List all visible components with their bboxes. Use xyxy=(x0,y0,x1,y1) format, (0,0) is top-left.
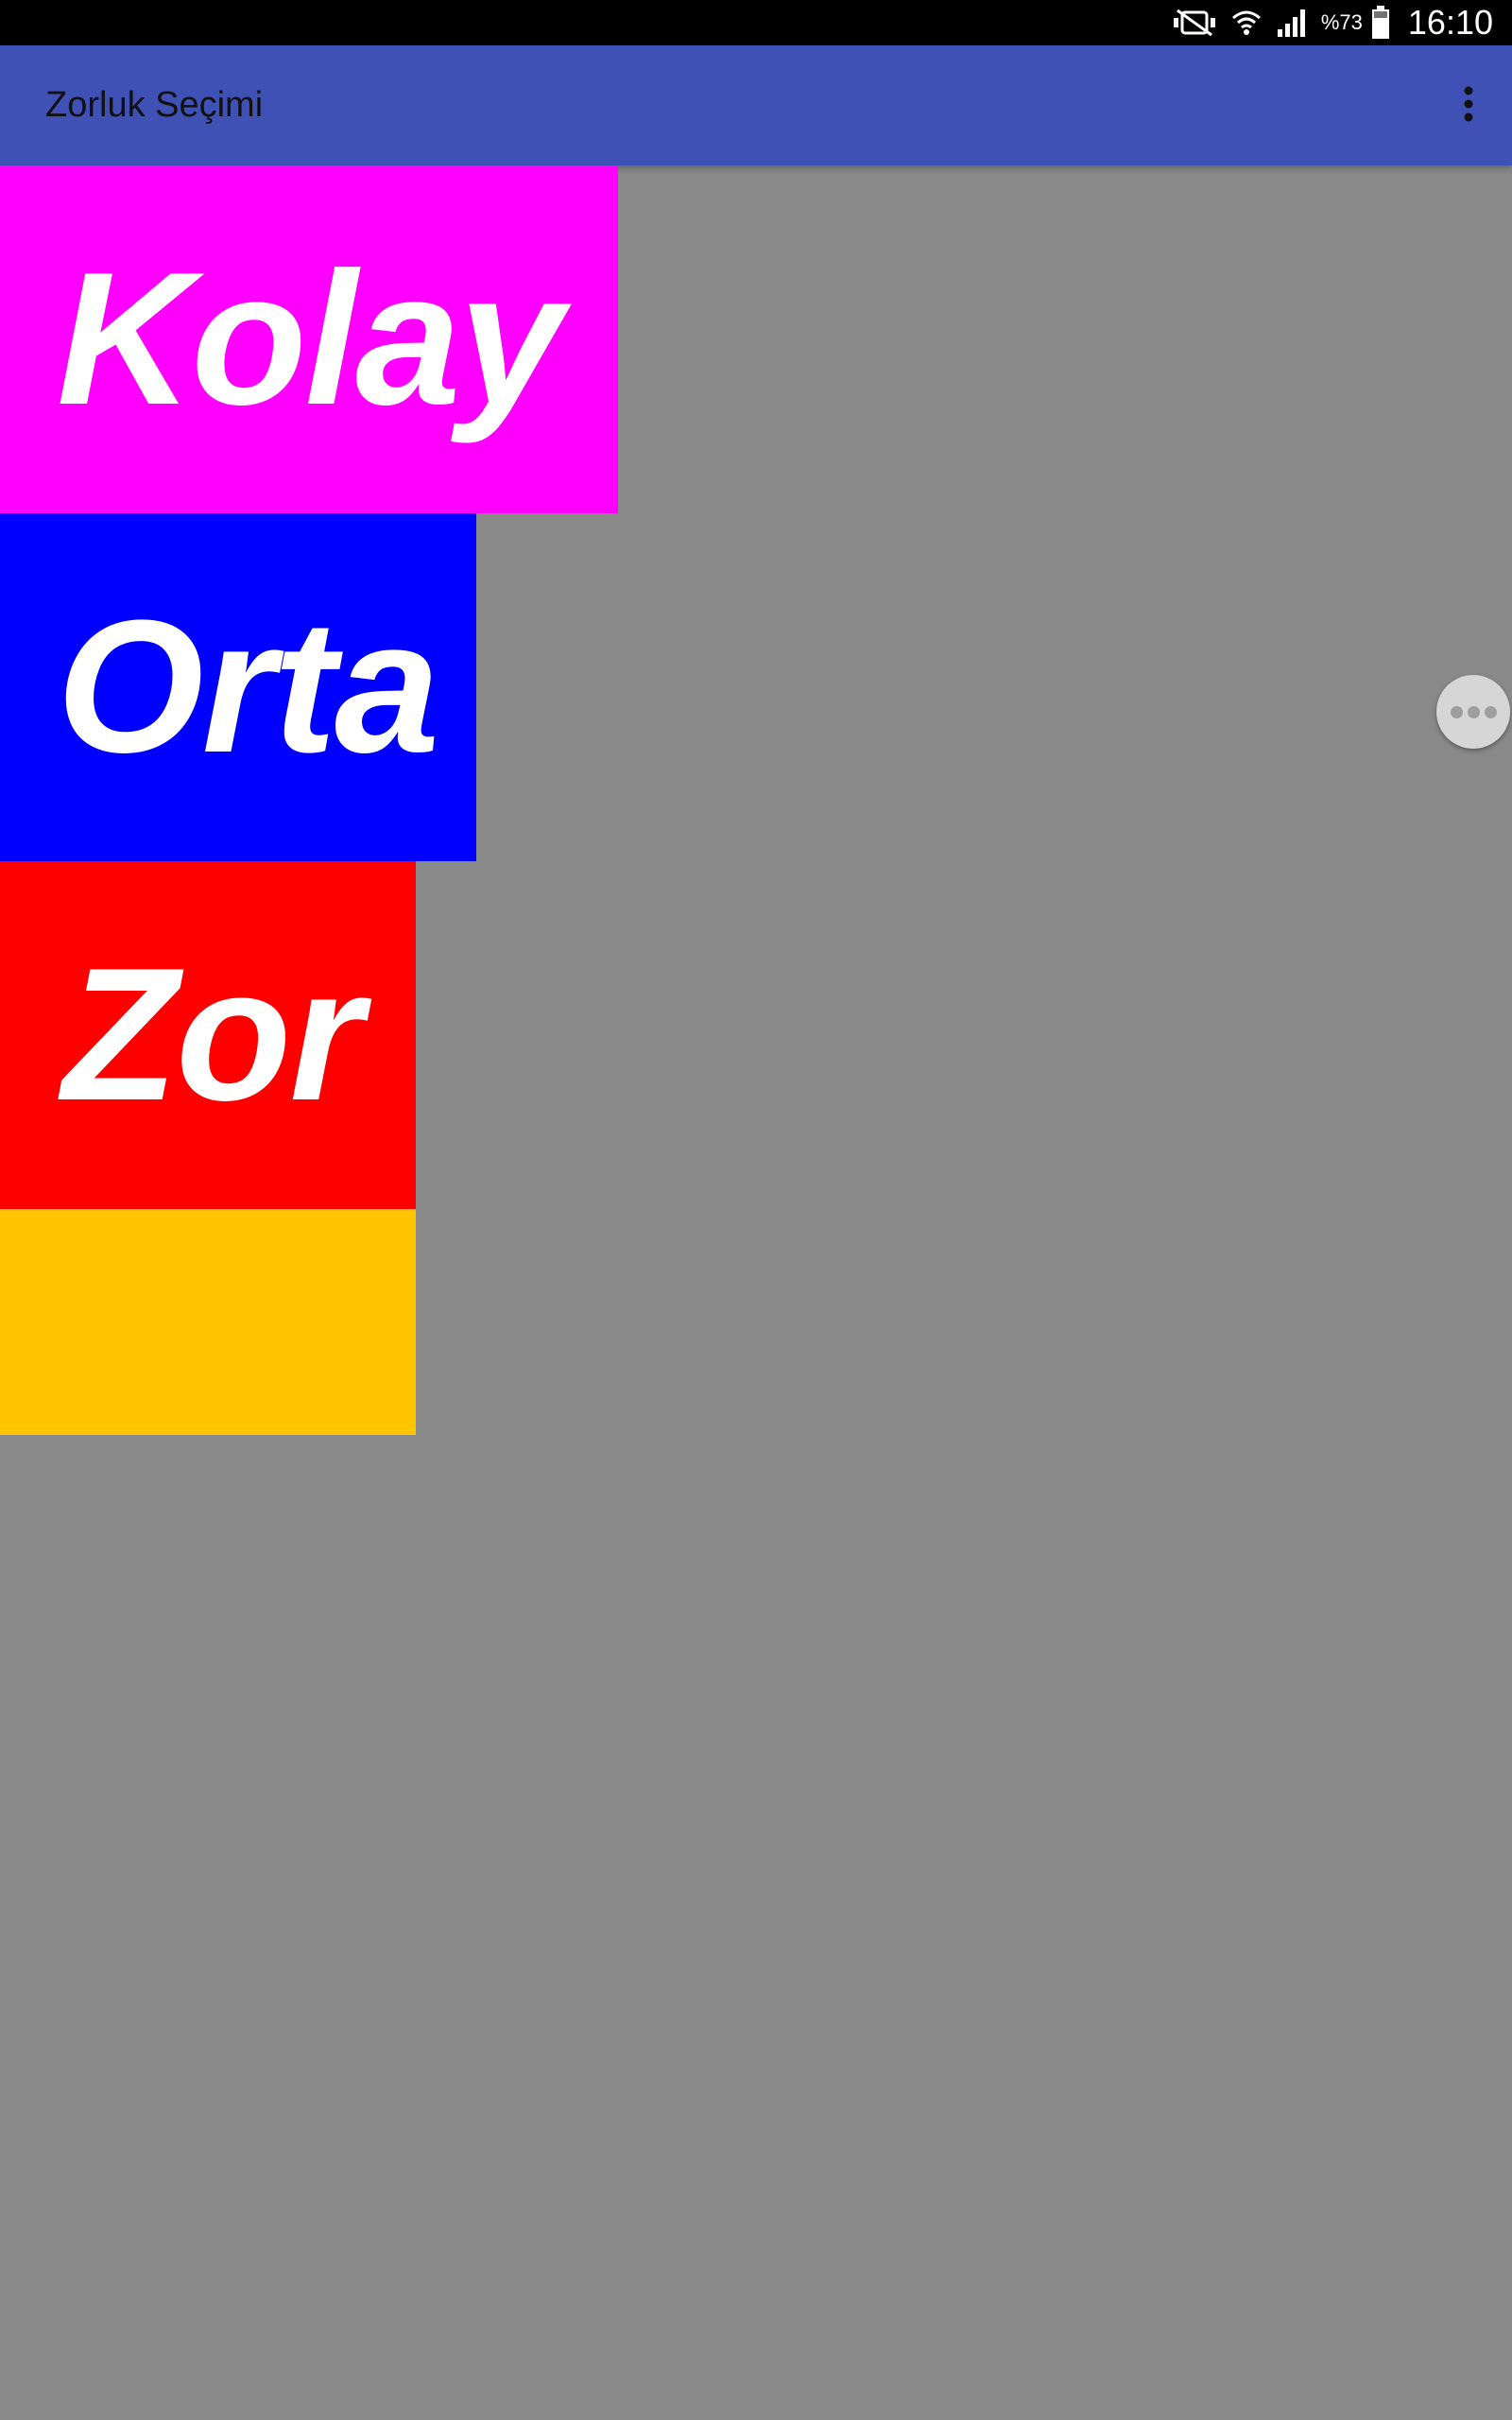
overflow-menu-button[interactable] xyxy=(1440,76,1497,136)
more-horiz-icon-dot xyxy=(1484,705,1497,718)
more-horiz-icon-dot xyxy=(1467,705,1480,718)
floating-menu-handle[interactable] xyxy=(1436,675,1510,749)
difficulty-easy-label: Kolay xyxy=(57,233,564,444)
difficulty-hard-label: Zor xyxy=(62,929,363,1140)
difficulty-extra-button[interactable] xyxy=(0,1209,416,1435)
mute-vibrate-icon xyxy=(1172,9,1217,37)
more-horiz-icon-dot xyxy=(1450,705,1463,718)
app-bar: Zorluk Seçimi xyxy=(0,45,1512,165)
difficulty-easy-button[interactable]: Kolay xyxy=(0,165,618,513)
more-vert-icon xyxy=(1463,85,1474,128)
status-clock: 16:10 xyxy=(1407,3,1493,42)
battery-percent: %73 xyxy=(1320,10,1363,34)
status-bar: %73 16:10 xyxy=(0,0,1512,45)
wifi-icon xyxy=(1230,7,1263,39)
status-icons: %73 16:10 xyxy=(1172,0,1493,45)
difficulty-hard-button[interactable]: Zor xyxy=(0,861,416,1209)
difficulty-medium-label: Orta xyxy=(57,581,439,792)
difficulty-medium-button[interactable]: Orta xyxy=(0,513,476,861)
battery-icon xyxy=(1370,5,1391,41)
cell-signal-icon xyxy=(1276,7,1308,39)
page-title: Zorluk Seçimi xyxy=(45,85,264,125)
